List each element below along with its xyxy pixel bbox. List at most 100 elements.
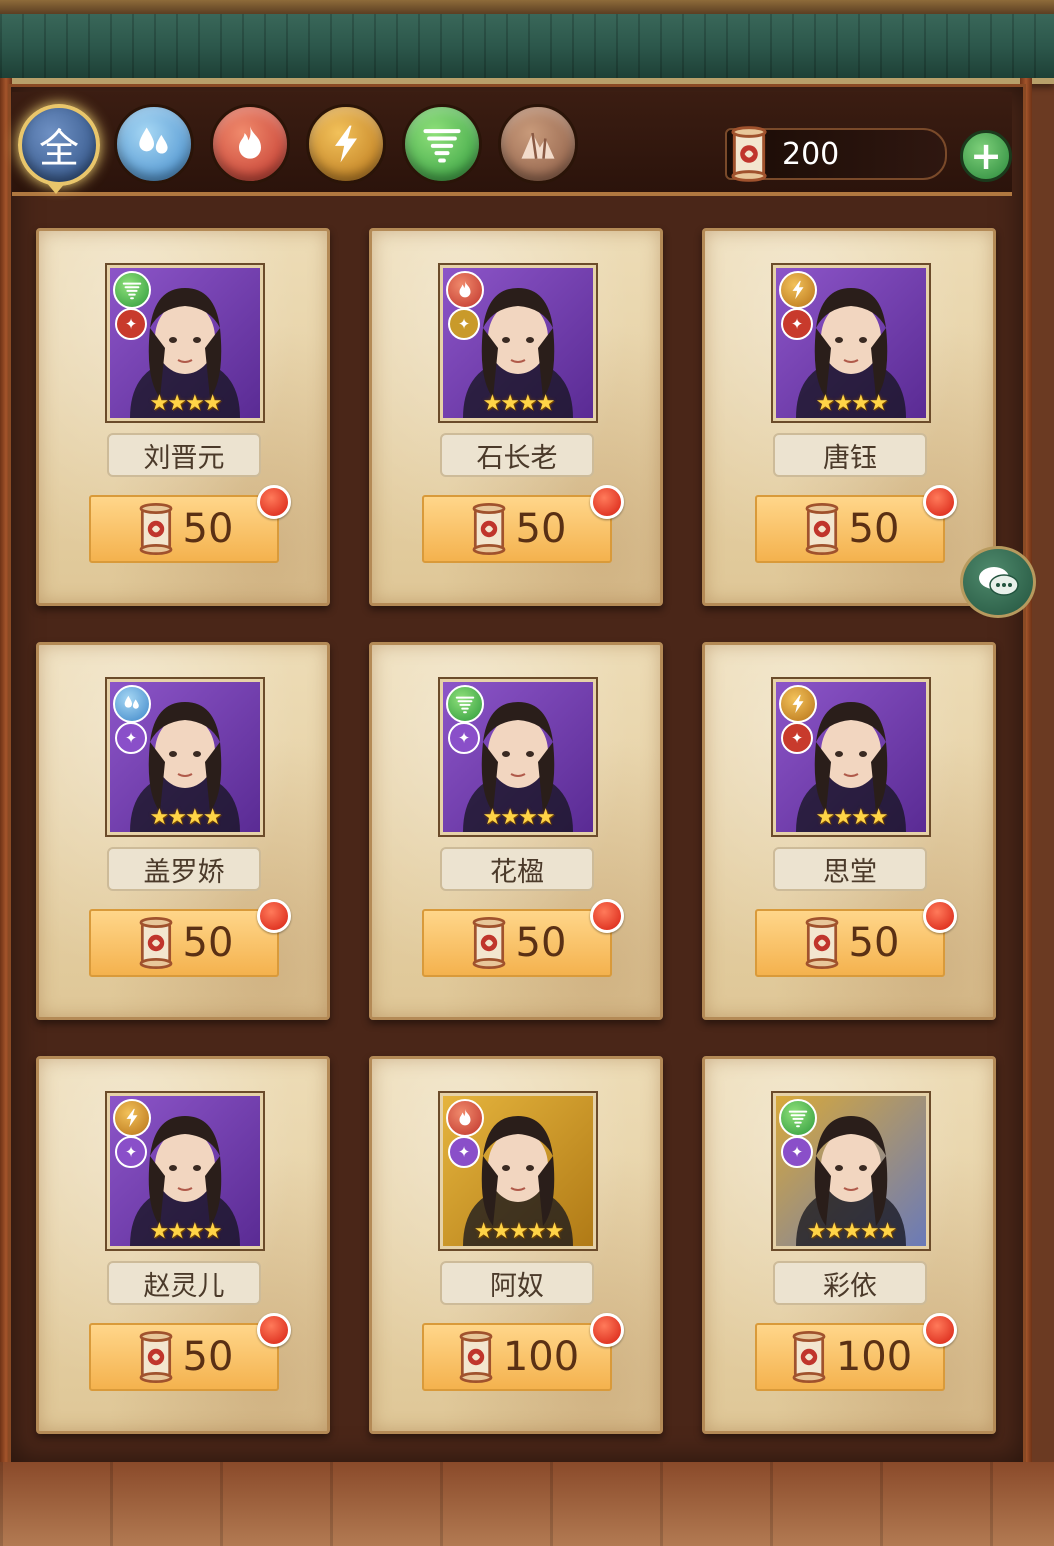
hero-card[interactable]: ✦ ★★★★ 赵灵儿 50: [36, 1056, 330, 1434]
hero-card[interactable]: ✦ ★★★★ 石长老 50: [369, 228, 663, 606]
hero-portrait[interactable]: ✦ ★★★★: [773, 679, 929, 835]
hero-portrait[interactable]: ✦ ★★★★: [107, 265, 263, 421]
star-rating: ★★★★: [149, 805, 223, 830]
thunder-element-icon: [113, 1099, 151, 1137]
buy-button[interactable]: 50: [89, 1323, 279, 1391]
scroll-icon: [135, 917, 177, 969]
hero-name: 彩依: [773, 1261, 927, 1305]
buy-button[interactable]: 50: [755, 495, 945, 563]
notification-dot: [590, 485, 624, 519]
wind-element-icon: [779, 1099, 817, 1137]
chat-bubbles-icon: [979, 567, 1019, 596]
price-value: 50: [182, 1334, 234, 1380]
hero-name: 花楹: [440, 847, 594, 891]
wooden-floor: [0, 1462, 1054, 1546]
scroll-icon: [468, 917, 510, 969]
wind-element-icon: [446, 685, 484, 723]
role-icon: ✦: [781, 722, 813, 754]
role-icon: ✦: [115, 1136, 147, 1168]
hero-card[interactable]: ✦ ★★★★ 唐钰 50: [702, 228, 996, 606]
pavilion-roof: [0, 0, 1054, 84]
star-rating: ★★★★: [149, 391, 223, 416]
hero-card[interactable]: ✦ ★★★★ 刘晋元 50: [36, 228, 330, 606]
filter-earth-button[interactable]: [498, 104, 578, 184]
hero-portrait[interactable]: ✦ ★★★★: [773, 265, 929, 421]
hero-card[interactable]: ✦ ★★★★ 花楹 50: [369, 642, 663, 1020]
buy-button[interactable]: 50: [422, 495, 612, 563]
price-value: 50: [848, 506, 900, 552]
hero-portrait[interactable]: ✦ ★★★★: [107, 1093, 263, 1249]
buy-button[interactable]: 100: [422, 1323, 612, 1391]
lightning-icon: [324, 122, 368, 166]
filter-fire-button[interactable]: [210, 104, 290, 184]
chat-button[interactable]: [960, 546, 1036, 618]
notification-dot: [590, 899, 624, 933]
star-rating: ★★★★: [815, 805, 889, 830]
hero-name: 刘晋元: [107, 433, 261, 477]
notification-dot: [923, 485, 957, 519]
price-value: 50: [182, 920, 234, 966]
star-rating: ★★★★★: [806, 1219, 898, 1244]
hero-name: 盖罗娇: [107, 847, 261, 891]
hero-card[interactable]: ✦ ★★★★★ 彩依 100: [702, 1056, 996, 1434]
hero-portrait[interactable]: ✦ ★★★★: [440, 679, 596, 835]
hero-card[interactable]: ✦ ★★★★ 盖罗娇 50: [36, 642, 330, 1020]
scroll-icon: [135, 1331, 177, 1383]
star-rating: ★★★★: [482, 805, 556, 830]
add-currency-button[interactable]: +: [960, 130, 1012, 182]
tornado-icon: [420, 122, 464, 166]
hero-name: 赵灵儿: [107, 1261, 261, 1305]
buy-button[interactable]: 50: [755, 909, 945, 977]
filter-wind-button[interactable]: [402, 104, 482, 184]
rock-icon: [516, 122, 560, 166]
hero-portrait[interactable]: ✦ ★★★★: [107, 679, 263, 835]
filter-all-button[interactable]: 全: [18, 104, 100, 186]
notification-dot: [257, 485, 291, 519]
role-icon: ✦: [115, 722, 147, 754]
role-icon: ✦: [781, 1136, 813, 1168]
thunder-element-icon: [779, 271, 817, 309]
currency-display: 200: [725, 128, 947, 180]
hero-name: 思堂: [773, 847, 927, 891]
hero-card[interactable]: ✦ ★★★★★ 阿奴 100: [369, 1056, 663, 1434]
role-icon: ✦: [448, 1136, 480, 1168]
selected-filter-pointer: [46, 182, 66, 194]
filter-thunder-button[interactable]: [306, 104, 386, 184]
scroll-icon: [135, 503, 177, 555]
buy-button[interactable]: 50: [89, 495, 279, 563]
hero-card[interactable]: ✦ ★★★★ 思堂 50: [702, 642, 996, 1020]
scroll-icon: [801, 917, 843, 969]
notification-dot: [257, 899, 291, 933]
star-rating: ★★★★: [149, 1219, 223, 1244]
buy-button[interactable]: 50: [422, 909, 612, 977]
scroll-icon: [801, 503, 843, 555]
filter-water-button[interactable]: [114, 104, 194, 184]
hero-portrait[interactable]: ✦ ★★★★: [440, 265, 596, 421]
scroll-icon: [788, 1331, 830, 1383]
wind-element-icon: [113, 271, 151, 309]
notification-dot: [923, 1313, 957, 1347]
role-icon: ✦: [115, 308, 147, 340]
water-element-icon: [113, 685, 151, 723]
role-icon: ✦: [448, 308, 480, 340]
star-rating: ★★★★: [815, 391, 889, 416]
hero-portrait[interactable]: ✦ ★★★★★: [440, 1093, 596, 1249]
notification-dot: [257, 1313, 291, 1347]
hero-name: 阿奴: [440, 1261, 594, 1305]
flame-icon: [228, 122, 272, 166]
price-value: 50: [515, 920, 567, 966]
hero-portrait[interactable]: ✦ ★★★★★: [773, 1093, 929, 1249]
role-icon: ✦: [781, 308, 813, 340]
price-value: 100: [502, 1334, 580, 1380]
thunder-element-icon: [779, 685, 817, 723]
role-icon: ✦: [448, 722, 480, 754]
scroll-icon: [455, 1331, 497, 1383]
buy-button[interactable]: 100: [755, 1323, 945, 1391]
price-value: 50: [182, 506, 234, 552]
fire-element-icon: [446, 271, 484, 309]
scroll-icon: [727, 126, 771, 182]
buy-button[interactable]: 50: [89, 909, 279, 977]
hero-name: 唐钰: [773, 433, 927, 477]
water-drops-icon: [132, 122, 176, 166]
fire-element-icon: [446, 1099, 484, 1137]
